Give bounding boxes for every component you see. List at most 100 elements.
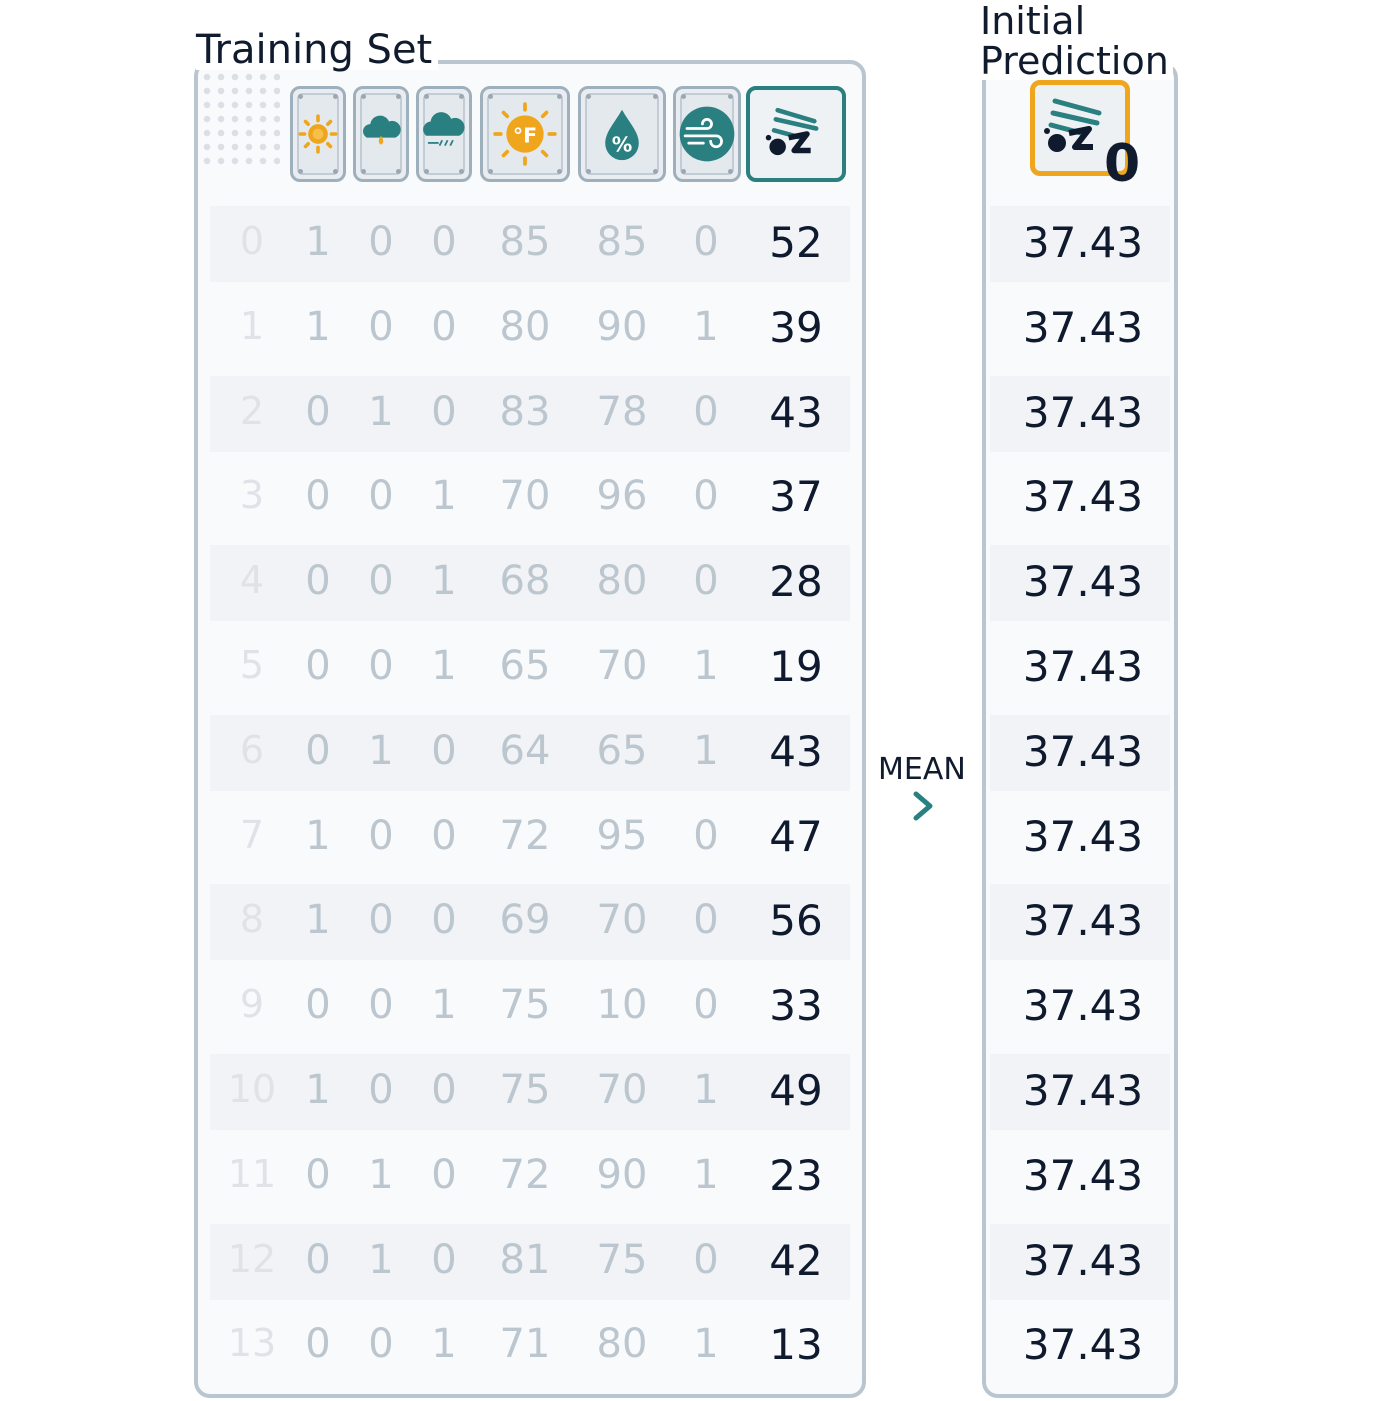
golfer-icon — [746, 86, 846, 182]
feature-cell: 70 — [596, 643, 648, 689]
feature-cell: 1 — [431, 643, 457, 689]
feature-cell: 0 — [431, 303, 457, 350]
feature-cell: 68 — [499, 558, 551, 605]
feature-cell: 0 — [431, 1236, 457, 1283]
feature-cell: 96 — [596, 473, 648, 520]
wind-icon — [673, 86, 741, 182]
feature-cell: 0 — [431, 727, 457, 774]
initial-prediction-title-line2: Prediction — [980, 42, 1173, 80]
svg-text:°F: °F — [513, 123, 537, 147]
feature-cell: 1 — [431, 982, 457, 1029]
feature-cell: 0 — [693, 388, 719, 435]
prediction-value: 37.43 — [1022, 557, 1144, 607]
feature-cell: 1 — [693, 1151, 719, 1198]
feature-cell: 75 — [499, 982, 551, 1029]
feature-cell: 64 — [499, 727, 551, 774]
sun-icon — [290, 86, 346, 182]
feature-cell: 0 — [693, 897, 719, 944]
target-cell: 28 — [769, 557, 823, 607]
prediction-value: 37.43 — [1022, 302, 1144, 352]
feature-cell: 0 — [431, 812, 457, 859]
chevron-right-icon — [913, 791, 933, 821]
feature-cell: 80 — [596, 1321, 648, 1368]
prediction-value: 37.43 — [1022, 218, 1144, 267]
feature-cell: 72 — [499, 1151, 551, 1198]
target-cell: 47 — [769, 811, 823, 861]
prediction-value: 37.43 — [1022, 1235, 1144, 1285]
feature-cell: 85 — [499, 219, 551, 265]
feature-cell: 78 — [596, 388, 648, 435]
feature-cell: 0 — [693, 982, 719, 1029]
feature-cell: 85 — [596, 219, 648, 265]
feature-cell: 80 — [596, 558, 648, 605]
target-cell: 13 — [769, 1320, 823, 1370]
mean-operation-label: MEAN — [878, 752, 966, 787]
target-cell: 19 — [769, 642, 823, 691]
decorative-dots — [200, 70, 280, 170]
feature-cell: 90 — [596, 303, 648, 350]
feature-cell: 0 — [693, 1236, 719, 1283]
feature-cell: 0 — [431, 219, 457, 265]
target-cell: 42 — [769, 1235, 823, 1285]
feature-cell: 71 — [499, 1321, 551, 1368]
feature-cell: 75 — [499, 1067, 551, 1113]
feature-cell: 0 — [431, 897, 457, 944]
feature-cell: 1 — [693, 1321, 719, 1368]
feature-cell: 0 — [693, 219, 719, 265]
prediction-value: 37.43 — [1022, 896, 1144, 946]
feature-cell: 81 — [499, 1236, 551, 1283]
feature-cell: 83 — [499, 388, 551, 435]
feature-cell: 65 — [499, 643, 551, 689]
feature-cell: 69 — [499, 897, 551, 944]
svg-text:%: % — [612, 133, 633, 157]
prediction-value: 37.43 — [1022, 1320, 1144, 1370]
target-cell: 39 — [769, 302, 823, 352]
feature-cell: 1 — [431, 473, 457, 520]
target-cell: 56 — [769, 896, 823, 946]
prediction-value: 37.43 — [1022, 1150, 1144, 1200]
feature-cell: 75 — [596, 1236, 648, 1283]
feature-cell: 1 — [693, 727, 719, 774]
feature-cell: 65 — [596, 727, 648, 774]
feature-cell: 0 — [431, 1067, 457, 1113]
prediction-value: 37.43 — [1022, 981, 1144, 1031]
feature-cell: 90 — [596, 1151, 648, 1198]
prediction-value: 37.43 — [1022, 1066, 1144, 1115]
training-set-title: Training Set — [196, 30, 439, 70]
feature-cell: 0 — [693, 558, 719, 605]
target-cell: 52 — [769, 218, 823, 267]
feature-cell: 1 — [693, 643, 719, 689]
feature-cell: 0 — [431, 388, 457, 435]
rain-cloud-icon — [353, 86, 409, 182]
prediction-value: 37.43 — [1022, 726, 1144, 776]
prediction-value: 37.43 — [1022, 642, 1144, 691]
prediction-subscript: 0 — [1104, 134, 1141, 194]
temperature-fahrenheit-icon: °F — [480, 86, 570, 182]
feature-cell: 1 — [693, 303, 719, 350]
feature-cell: 70 — [596, 897, 648, 944]
feature-cell: 0 — [693, 473, 719, 520]
feature-cell: 0 — [693, 812, 719, 859]
overcast-cloud-icon — [416, 86, 472, 182]
feature-cell: 1 — [431, 558, 457, 605]
feature-cell: 1 — [693, 1067, 719, 1113]
target-cell: 43 — [769, 387, 823, 437]
feature-cell: 95 — [596, 812, 648, 859]
feature-cell: 70 — [596, 1067, 648, 1113]
feature-cell: 80 — [499, 303, 551, 350]
feature-cell: 0 — [431, 1151, 457, 1198]
prediction-value: 37.43 — [1022, 387, 1144, 437]
target-cell: 43 — [769, 726, 823, 776]
target-cell: 23 — [769, 1150, 823, 1200]
feature-cell: 70 — [499, 473, 551, 520]
target-cell: 37 — [769, 472, 823, 522]
feature-cell: 1 — [431, 1321, 457, 1368]
prediction-value: 37.43 — [1022, 472, 1144, 522]
prediction-value: 37.43 — [1022, 811, 1144, 861]
initial-prediction-title-line1: Initial — [980, 0, 1086, 43]
target-cell: 33 — [769, 981, 823, 1031]
feature-cell: 72 — [499, 812, 551, 859]
humidity-percent-icon: % — [578, 86, 666, 182]
feature-cell: 10 — [596, 982, 648, 1029]
target-cell: 49 — [769, 1066, 823, 1115]
